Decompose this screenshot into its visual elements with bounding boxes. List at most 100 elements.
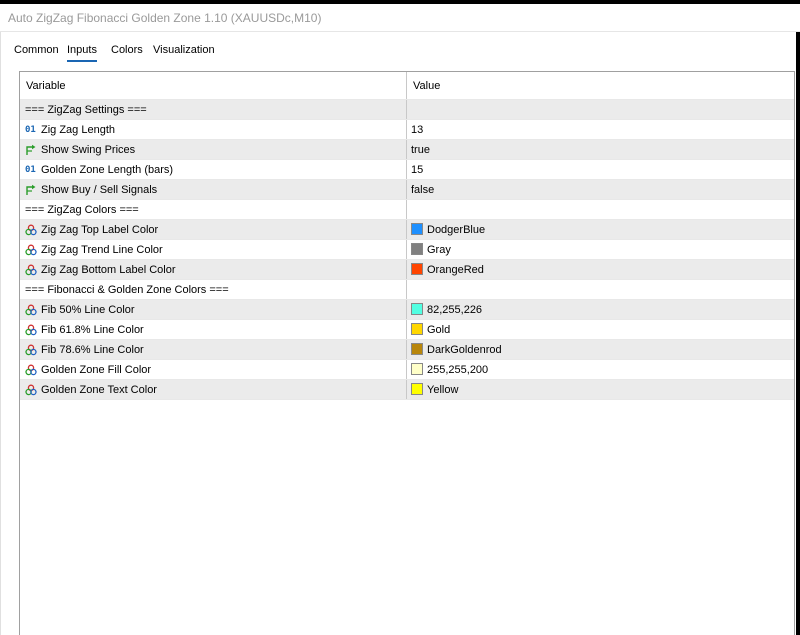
table-row[interactable]: Zig Zag Top Label Color DodgerBlue	[20, 220, 794, 240]
variable-name: Fib 50% Line Color	[41, 304, 135, 316]
color-palette-icon	[25, 304, 37, 316]
variable-cell: Zig Zag Trend Line Color	[20, 240, 407, 259]
variable-name: Show Swing Prices	[41, 144, 136, 156]
value-cell[interactable]: 255,255,200	[407, 360, 794, 379]
section-title: === ZigZag Colors ===	[25, 204, 139, 216]
variable-cell: Zig Zag Top Label Color	[20, 220, 407, 239]
value-text: true	[411, 144, 430, 156]
value-text: 255,255,200	[427, 364, 489, 376]
value-text: DarkGoldenrod	[427, 344, 502, 356]
color-swatch[interactable]	[411, 343, 423, 355]
variable-name: Zig Zag Length	[41, 124, 115, 136]
value-cell	[407, 200, 794, 219]
value-cell[interactable]: 82,255,226	[407, 300, 794, 319]
variable-name: Golden Zone Length (bars)	[41, 164, 174, 176]
value-cell[interactable]: Yellow	[407, 380, 794, 399]
right-frame-edge	[796, 32, 800, 635]
value-cell[interactable]: Gray	[407, 240, 794, 259]
table-row[interactable]: Show Buy / Sell Signals false	[20, 180, 794, 200]
inputs-table: Variable Value === ZigZag Settings === 01…	[19, 71, 795, 635]
integer-icon: 01	[25, 125, 36, 135]
value-cell	[407, 280, 794, 299]
color-swatch[interactable]	[411, 383, 423, 395]
color-palette-icon	[25, 344, 37, 356]
variable-cell: Fib 50% Line Color	[20, 300, 407, 319]
section-header-row[interactable]: === ZigZag Settings ===	[20, 100, 794, 120]
variable-cell: Golden Zone Fill Color	[20, 360, 407, 379]
value-text: OrangeRed	[427, 264, 484, 276]
color-palette-icon	[25, 324, 37, 336]
variable-cell: Golden Zone Text Color	[20, 380, 407, 399]
color-swatch[interactable]	[411, 243, 423, 255]
color-swatch[interactable]	[411, 363, 423, 375]
color-swatch[interactable]	[411, 323, 423, 335]
bool-arrow-icon	[26, 144, 36, 155]
table-header: Variable Value	[20, 72, 794, 100]
value-text: 15	[411, 164, 424, 176]
table-row[interactable]: 01 Golden Zone Length (bars) 15	[20, 160, 794, 180]
section-title: === ZigZag Settings ===	[25, 104, 147, 116]
value-text: DodgerBlue	[427, 224, 486, 236]
variable-name: Zig Zag Trend Line Color	[41, 244, 163, 256]
table-row[interactable]: Zig Zag Trend Line Color Gray	[20, 240, 794, 260]
color-palette-icon	[25, 264, 37, 276]
value-cell[interactable]: 15	[407, 160, 794, 179]
section-title: === Fibonacci & Golden Zone Colors ===	[25, 284, 229, 296]
table-row[interactable]: Fib 61.8% Line Color Gold	[20, 320, 794, 340]
value-cell[interactable]: DarkGoldenrod	[407, 340, 794, 359]
variable-cell: === ZigZag Colors ===	[20, 200, 407, 219]
tab-bar: Common Inputs Colors Visualization	[0, 38, 800, 62]
variable-name: Show Buy / Sell Signals	[41, 184, 158, 196]
variable-cell: Fib 61.8% Line Color	[20, 320, 407, 339]
table-row[interactable]: Fib 78.6% Line Color DarkGoldenrod	[20, 340, 794, 360]
section-header-row[interactable]: === ZigZag Colors ===	[20, 200, 794, 220]
value-cell[interactable]: true	[407, 140, 794, 159]
window-title: Auto ZigZag Fibonacci Golden Zone 1.10 (…	[0, 4, 800, 32]
variable-cell: Zig Zag Bottom Label Color	[20, 260, 407, 279]
variable-name: Fib 61.8% Line Color	[41, 324, 144, 336]
variable-cell: === ZigZag Settings ===	[20, 100, 407, 119]
column-header-value[interactable]: Value	[407, 72, 794, 99]
color-swatch[interactable]	[411, 263, 423, 275]
left-border	[0, 32, 1, 635]
column-header-variable[interactable]: Variable	[20, 72, 407, 99]
table-row[interactable]: Show Swing Prices true	[20, 140, 794, 160]
variable-cell: Show Swing Prices	[20, 140, 407, 159]
variable-cell: 01 Golden Zone Length (bars)	[20, 160, 407, 179]
section-header-row[interactable]: === Fibonacci & Golden Zone Colors ===	[20, 280, 794, 300]
value-text: 13	[411, 124, 424, 136]
color-palette-icon	[25, 384, 37, 396]
variable-cell: Fib 78.6% Line Color	[20, 340, 407, 359]
variable-name: Zig Zag Top Label Color	[41, 224, 159, 236]
tab-common[interactable]: Common	[14, 38, 59, 62]
variable-cell: === Fibonacci & Golden Zone Colors ===	[20, 280, 407, 299]
value-cell	[407, 100, 794, 119]
value-text: 82,255,226	[427, 304, 483, 316]
value-cell[interactable]: 13	[407, 120, 794, 139]
tab-visualization[interactable]: Visualization	[153, 38, 215, 62]
value-cell[interactable]: false	[407, 180, 794, 199]
column-header-variable-label: Variable	[26, 80, 66, 92]
value-cell[interactable]: OrangeRed	[407, 260, 794, 279]
variable-name: Golden Zone Text Color	[41, 384, 157, 396]
table-row[interactable]: Zig Zag Bottom Label Color OrangeRed	[20, 260, 794, 280]
value-text: Yellow	[427, 384, 459, 396]
variable-cell: 01 Zig Zag Length	[20, 120, 407, 139]
variable-name: Zig Zag Bottom Label Color	[41, 264, 176, 276]
value-text: Gray	[427, 244, 451, 256]
tab-inputs[interactable]: Inputs	[67, 38, 97, 62]
table-row[interactable]: Golden Zone Text Color Yellow	[20, 380, 794, 400]
bool-arrow-icon	[26, 184, 36, 195]
variable-name: Golden Zone Fill Color	[41, 364, 152, 376]
value-cell[interactable]: DodgerBlue	[407, 220, 794, 239]
value-text: Gold	[427, 324, 451, 336]
color-swatch[interactable]	[411, 303, 423, 315]
color-swatch[interactable]	[411, 223, 423, 235]
color-palette-icon	[25, 244, 37, 256]
value-cell[interactable]: Gold	[407, 320, 794, 339]
variable-cell: Show Buy / Sell Signals	[20, 180, 407, 199]
table-row[interactable]: Golden Zone Fill Color 255,255,200	[20, 360, 794, 380]
table-row[interactable]: 01 Zig Zag Length 13	[20, 120, 794, 140]
table-row[interactable]: Fib 50% Line Color 82,255,226	[20, 300, 794, 320]
tab-colors[interactable]: Colors	[111, 38, 143, 62]
